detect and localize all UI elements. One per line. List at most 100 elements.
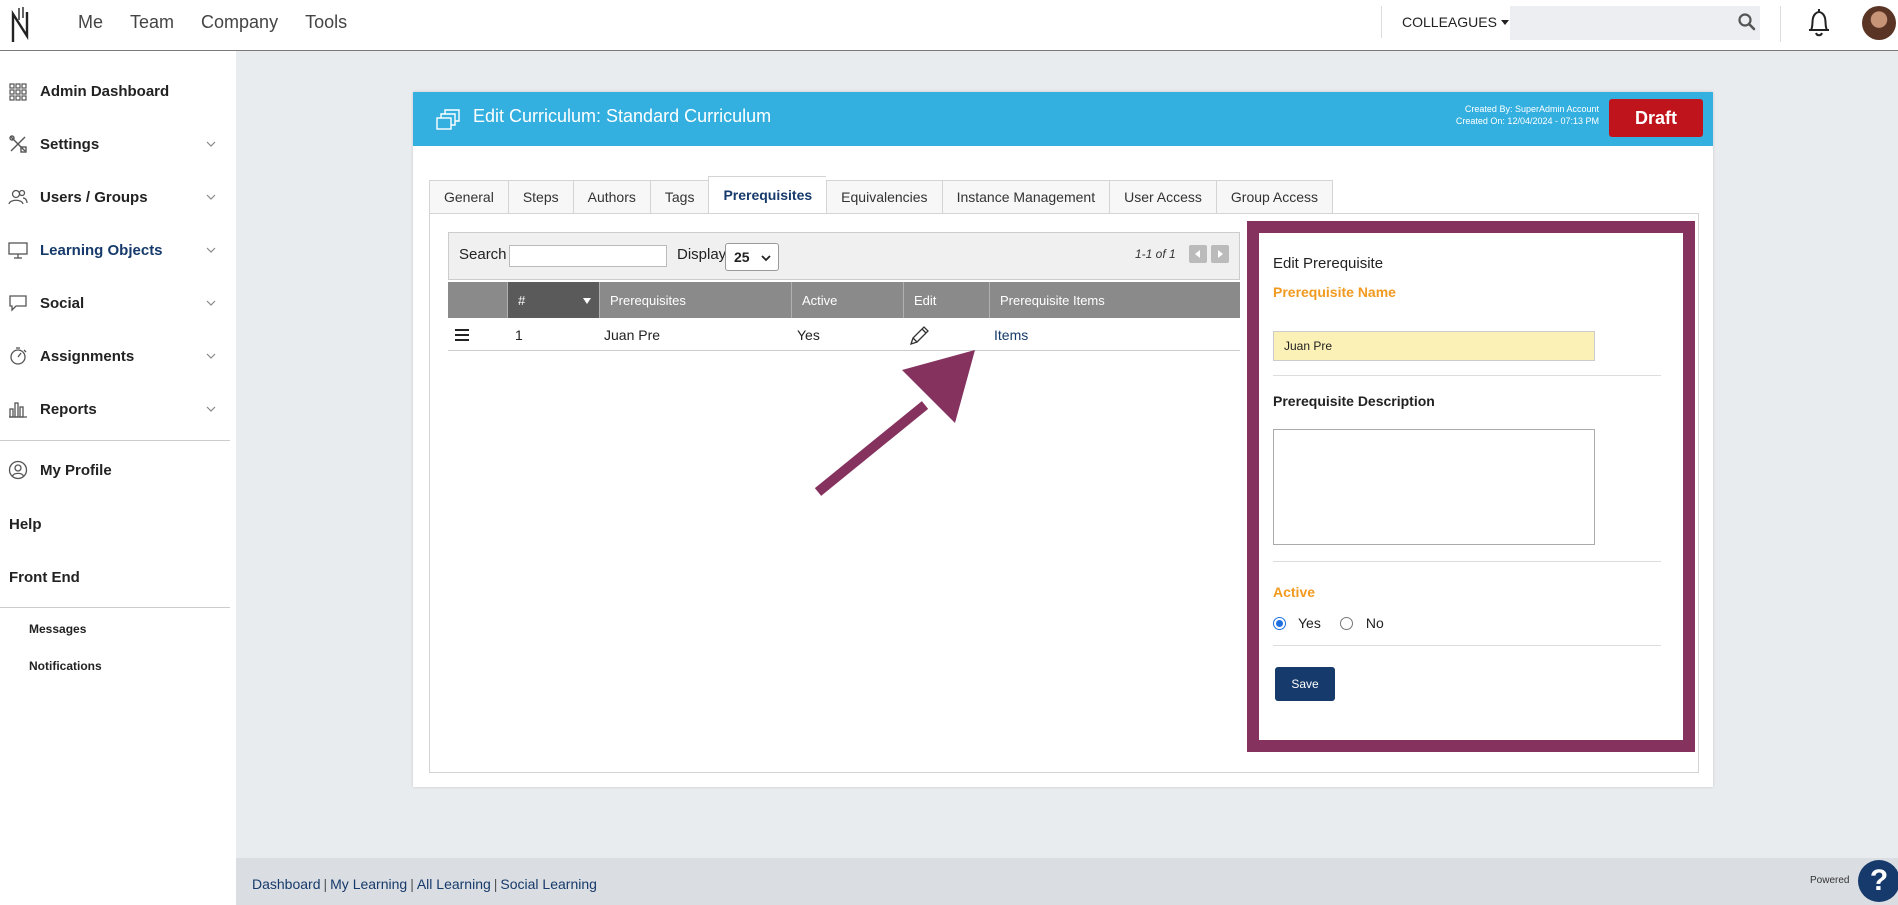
user-circle-icon [8,460,28,480]
table-search-input[interactable] [509,245,667,267]
sidebar-item-admin-dashboard[interactable]: Admin Dashboard [0,71,230,111]
prerequisite-name-label: Prerequisite Name [1273,284,1396,300]
caret-down-icon [1500,19,1509,25]
prerequisite-description-textarea[interactable] [1273,429,1595,545]
active-no-label: No [1365,615,1384,631]
chevron-down-icon [206,247,216,253]
top-nav-company[interactable]: Company [201,12,278,33]
save-button[interactable]: Save [1275,667,1335,701]
chevron-down-icon [206,300,216,306]
arrow-left-icon [1195,250,1200,258]
footer-link-all-learning[interactable]: All Learning [417,876,491,892]
tab-steps[interactable]: Steps [507,180,573,214]
table-header: # Prerequisites Active Edit Prerequisite… [448,282,1240,318]
top-nav-team[interactable]: Team [130,12,174,33]
drag-handle-icon[interactable] [454,328,470,342]
prev-page-button[interactable] [1189,245,1207,263]
divider [1273,561,1661,562]
users-icon [8,189,28,205]
chevron-down-icon [206,194,216,200]
footer-link-my-learning[interactable]: My Learning [330,876,407,892]
tab-user-access[interactable]: User Access [1109,180,1216,214]
top-nav-tools[interactable]: Tools [305,12,347,33]
column-header-prerequisite-items: Prerequisite Items [1000,292,1105,308]
colleagues-dropdown[interactable]: COLLEAGUES [1381,6,1509,38]
row-prerequisite-name: Juan Pre [604,327,661,343]
active-label: Active [1273,584,1316,600]
tab-bar: General Steps Authors Tags Prerequisites… [429,176,1334,214]
draft-status-button[interactable]: Draft [1609,99,1703,137]
curriculum-card: Edit Curriculum: Standard Curriculum Cre… [413,92,1713,787]
display-count-select[interactable]: 25 [725,243,779,271]
table-toolbar: Search Display 25 1-1 of 1 [448,232,1240,280]
edit-prerequisite-title: Edit Prerequisite [1273,255,1384,272]
row-number: 1 [515,327,523,343]
monitor-icon [8,242,28,259]
tab-group-access[interactable]: Group Access [1215,180,1334,214]
sidebar-item-my-profile[interactable]: My Profile [0,450,230,490]
column-header-active[interactable]: Active [792,282,904,318]
tab-tags[interactable]: Tags [649,180,709,214]
tab-prerequisites[interactable]: Prerequisites [708,176,827,214]
search-icon[interactable] [1737,12,1757,32]
footer-separator: | [493,876,498,892]
display-count-value: 25 [734,249,750,265]
footer-links: Dashboard | My Learning | All Learning | Socia… [252,876,597,892]
sidebar-item-label: Settings [40,135,100,153]
active-yes-radio[interactable] [1273,616,1286,630]
logo-icon[interactable] [10,6,32,44]
tab-equivalencies[interactable]: Equivalencies [826,180,942,214]
column-header-number[interactable]: # [508,282,600,318]
column-header-prerequisites[interactable]: Prerequisites [600,282,792,318]
tab-general[interactable]: General [429,180,508,214]
sidebar-item-label: Learning Objects [40,241,163,259]
top-nav-me[interactable]: Me [78,12,103,33]
colleagues-label: COLLEAGUES [1402,14,1497,30]
tab-instance-management[interactable]: Instance Management [941,180,1110,214]
footer-link-social-learning[interactable]: Social Learning [500,876,597,892]
active-radio-group: Yes No [1273,615,1384,631]
sidebar-item-label: Reports [40,400,97,418]
footer: Dashboard | My Learning | All Learning | Socia… [236,858,1898,905]
global-search-input[interactable] [1510,6,1760,40]
sidebar-item-social[interactable]: Social [0,283,230,323]
prerequisite-name-input[interactable]: Juan Pre [1273,331,1595,361]
next-page-button[interactable] [1211,245,1229,263]
chevron-down-icon [761,255,771,262]
footer-separator: | [410,876,414,892]
created-by: Created By: SuperAdmin Account [1464,104,1599,114]
sidebar-item-learning-objects[interactable]: Learning Objects [0,230,230,270]
sidebar-item-help[interactable]: Help [0,504,230,544]
edit-prerequisite-panel: Edit Prerequisite Prerequisite Name Juan… [1247,221,1695,752]
sidebar-item-settings[interactable]: Settings [0,124,230,164]
sidebar-item-label: Social [40,294,85,312]
top-nav: Me Team Company Tools [60,0,356,44]
column-handle [448,282,508,318]
sidebar-item-label: Users / Groups [40,188,148,206]
display-label: Display [677,246,727,263]
search-label: Search [459,246,507,263]
sidebar-item-notifications[interactable]: Notifications [29,659,102,673]
chevron-down-icon [206,141,216,147]
help-question-icon[interactable]: ? [1858,860,1898,902]
sidebar-item-label: Front End [9,568,80,586]
sidebar-item-assignments[interactable]: Assignments [0,336,230,376]
created-info: Created By: SuperAdmin Account Created O… [1456,103,1599,127]
active-no-radio[interactable] [1339,616,1353,630]
bell-icon[interactable] [1805,8,1833,38]
sidebar-item-users-groups[interactable]: Users / Groups [0,177,230,217]
divider [1273,375,1661,376]
chevron-down-icon [206,406,216,412]
sidebar-item-front-end[interactable]: Front End [0,557,230,597]
sidebar-item-label: Help [9,515,42,533]
active-yes-label: Yes [1298,615,1321,631]
footer-link-dashboard[interactable]: Dashboard [252,876,321,892]
footer-separator: | [323,876,328,892]
tab-authors[interactable]: Authors [572,180,650,214]
grid-icon [9,83,27,101]
prerequisite-description-label: Prerequisite Description [1273,393,1435,409]
sidebar-item-reports[interactable]: Reports [0,389,230,429]
divider [0,607,230,608]
avatar[interactable] [1862,6,1896,40]
sidebar-item-messages[interactable]: Messages [29,622,86,636]
